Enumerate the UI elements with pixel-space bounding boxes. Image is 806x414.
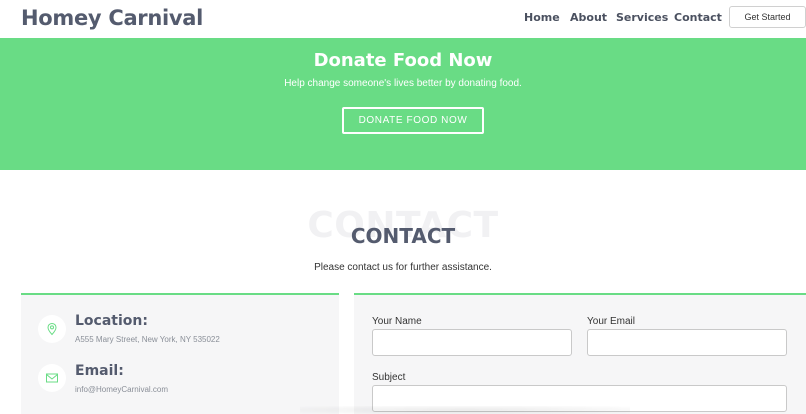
contact-title: CONTACT [350,224,456,248]
map-pin-icon [38,315,66,343]
subject-field-label: Subject [372,372,406,383]
email-field-label: Your Email [587,316,635,327]
location-value: A555 Mary Street, New York, NY 535022 [75,335,220,344]
banner-title: Donate Food Now [313,50,493,71]
contact-form: Your Name Your Email Subject [354,293,806,414]
site-logo[interactable]: Homey Carnival [21,6,203,30]
email-value[interactable]: info@HomeyCarnival.com [75,385,168,394]
name-field-label: Your Name [372,316,422,327]
get-started-button[interactable]: Get Started [729,6,806,28]
donate-food-button[interactable]: DONATE FOOD NOW [342,107,484,134]
location-label: Location: [75,313,148,329]
contact-info-card: Location: A555 Mary Street, New York, NY… [21,293,339,414]
name-input[interactable] [372,329,572,356]
site-header: Homey Carnival Home About Services Conta… [0,0,806,38]
email-label: Email: [75,363,124,379]
donate-banner: Donate Food Now Help change someone's li… [0,38,806,170]
nav-services[interactable]: Services [616,11,668,24]
nav-about[interactable]: About [570,11,607,24]
email-input[interactable] [587,329,787,356]
nav-contact[interactable]: Contact [674,11,722,24]
envelope-icon [38,364,66,392]
contact-subtitle: Please contact us for further assistance… [314,262,492,273]
banner-subtitle: Help change someone's lives better by do… [284,78,522,89]
nav-home[interactable]: Home [524,11,560,24]
card-shadow [300,406,630,414]
